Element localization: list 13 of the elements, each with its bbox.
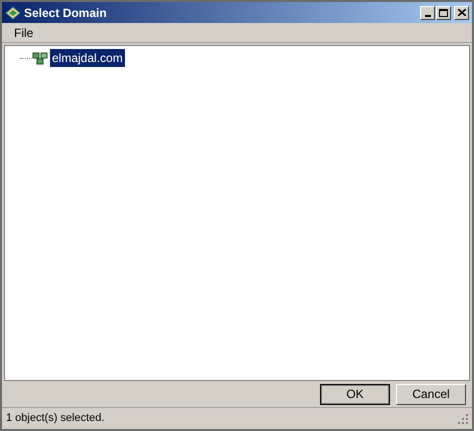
dialog-button[interactable]: OK xyxy=(320,384,390,404)
close-icon xyxy=(458,9,466,16)
domain-icon xyxy=(32,51,48,65)
menu-item[interactable]: File xyxy=(8,24,40,42)
status-text: 1 object(s) selected. xyxy=(6,411,104,426)
close-button[interactable] xyxy=(454,6,469,20)
resize-grip-icon[interactable] xyxy=(458,414,468,424)
domain-icon xyxy=(5,6,21,20)
minimize-button[interactable] xyxy=(420,6,435,20)
dialog-button[interactable]: Cancel xyxy=(396,384,466,404)
tree-item[interactable]: elmajdal.com xyxy=(50,49,125,67)
maximize-button[interactable] xyxy=(436,6,451,20)
window-title: Select Domain xyxy=(24,4,107,22)
